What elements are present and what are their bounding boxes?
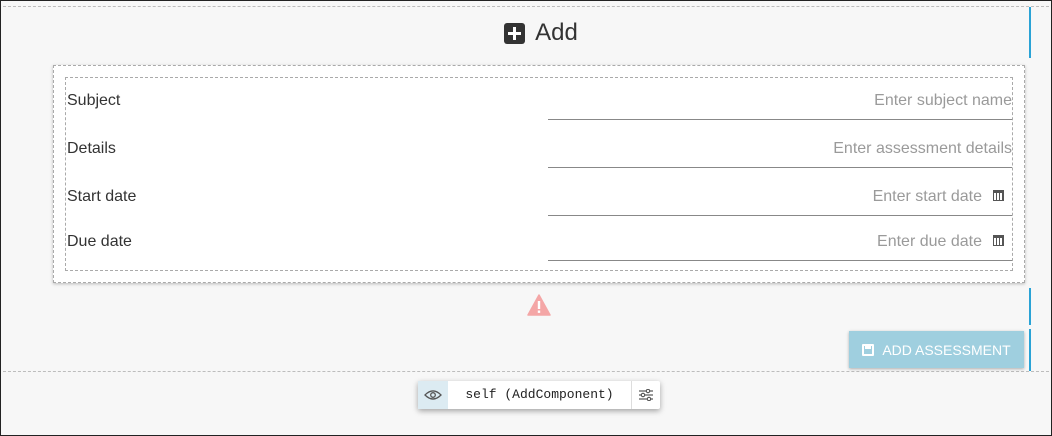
calendar-icon[interactable] bbox=[993, 190, 1004, 201]
due-date-field-wrapper bbox=[542, 219, 1012, 261]
due-date-input[interactable] bbox=[542, 229, 982, 255]
app-frame: Add Subject Details Start date bbox=[0, 0, 1052, 436]
add-assessment-label: ADD ASSESSMENT bbox=[882, 341, 1011, 358]
page-title: Add bbox=[1, 19, 1052, 47]
start-date-field-wrapper bbox=[542, 174, 1012, 216]
add-assessment-button[interactable]: ADD ASSESSMENT bbox=[849, 331, 1024, 368]
calendar-icon[interactable] bbox=[993, 235, 1004, 246]
eye-icon bbox=[424, 390, 442, 400]
component-debug-toolbar: self (AddComponent) bbox=[418, 381, 660, 409]
eye-toggle[interactable] bbox=[418, 381, 448, 409]
sliders-icon bbox=[639, 389, 653, 401]
subject-label: Subject bbox=[67, 92, 121, 109]
details-label: Details bbox=[67, 140, 116, 157]
form-row-start-date: Start date bbox=[66, 174, 1012, 222]
settings-toggle[interactable] bbox=[632, 381, 660, 409]
details-input[interactable] bbox=[572, 136, 1012, 162]
page-title-text: Add bbox=[535, 19, 578, 46]
top-divider bbox=[3, 6, 1049, 7]
bottom-divider bbox=[3, 371, 1049, 372]
details-field-wrapper bbox=[548, 126, 1012, 168]
due-date-label: Due date bbox=[67, 233, 132, 250]
subject-field-wrapper bbox=[548, 78, 1012, 120]
form-row-subject: Subject bbox=[66, 78, 1012, 126]
accent-bar-middle bbox=[1029, 288, 1031, 325]
form-row-due-date: Due date bbox=[66, 219, 1012, 267]
floppy-disk-icon bbox=[862, 343, 875, 356]
component-name: self (AddComponent) bbox=[448, 381, 632, 409]
form-card: Subject Details Start date Due date bbox=[53, 65, 1025, 283]
form-body: Subject Details Start date Due date bbox=[65, 77, 1013, 271]
start-date-input[interactable] bbox=[542, 184, 982, 210]
form-row-details: Details bbox=[66, 126, 1012, 174]
start-date-label: Start date bbox=[67, 188, 137, 205]
accent-bar-bottom bbox=[1029, 329, 1031, 371]
warning-triangle-icon bbox=[527, 294, 551, 316]
plus-square-icon bbox=[504, 22, 526, 44]
subject-input[interactable] bbox=[572, 88, 1012, 114]
